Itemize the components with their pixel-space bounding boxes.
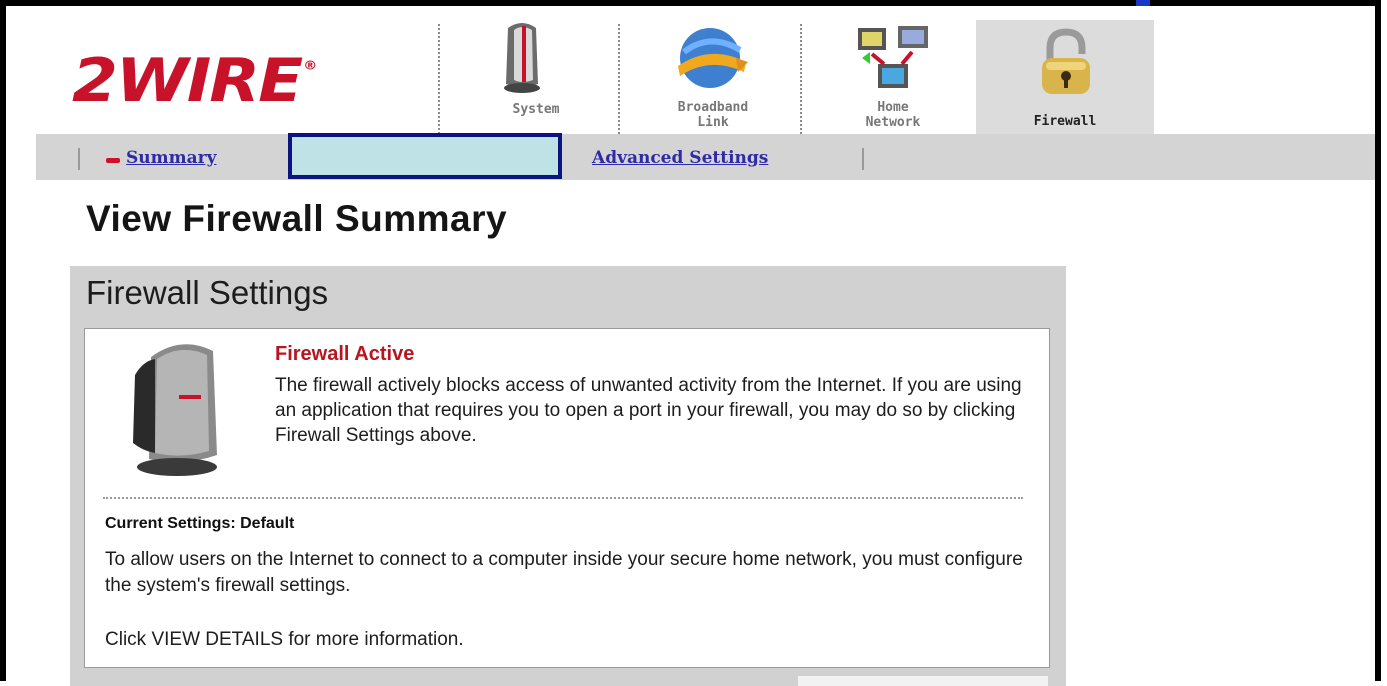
view-details-hint: Click VIEW DETAILS for more information. [105, 629, 464, 650]
panel-title: Firewall Settings [86, 274, 329, 311]
brand-logo[interactable]: 2WIRE ® [72, 46, 317, 116]
tab-label-line2: Network [865, 115, 921, 130]
subnav-divider [78, 148, 80, 170]
advanced-settings-link[interactable]: Advanced Settings [592, 148, 768, 168]
firewall-status-title: Firewall Active [275, 343, 415, 365]
current-settings-label: Current Settings: Default [105, 515, 295, 532]
registered-mark: ® [303, 58, 317, 73]
current-page-marker [106, 158, 120, 163]
tab-label: System [512, 102, 560, 117]
brand-logo-text: 2WIRE [72, 46, 303, 116]
firewall-info-text: To allow users on the Internet to connec… [105, 549, 1023, 596]
highlighted-link-placeholder[interactable] [288, 133, 562, 179]
tab-label-line1: Broadband [677, 100, 749, 115]
tab-home-network[interactable]: Home Network [818, 20, 968, 134]
panel-bottom-edge [798, 676, 1048, 686]
tab-label: Firewall [1033, 114, 1097, 129]
summary-link[interactable]: Summary [126, 148, 216, 168]
tab-separator [438, 24, 440, 134]
tab-label-line2: Link [697, 115, 729, 130]
page-title: View Firewall Summary [86, 198, 508, 239]
modem-icon [504, 23, 540, 93]
tab-system[interactable]: System [476, 20, 596, 134]
firewall-status-description: The firewall actively blocks access of u… [275, 375, 1022, 446]
header: 2WIRE ® System Broadband Link Home Netwo… [6, 6, 1375, 134]
panel-body: Firewall Active The firewall actively bl… [84, 328, 1050, 668]
sub-navigation: Summary Advanced Settings [36, 134, 1375, 180]
tab-label-line1: Home [877, 100, 909, 115]
tab-separator [618, 24, 620, 134]
firewall-settings-panel: Firewall Settings Firewall Active The fi… [70, 266, 1066, 686]
tab-separator [800, 24, 802, 134]
padlock-icon [1042, 28, 1090, 94]
gateway-device-icon [133, 344, 217, 476]
globe-icon [678, 28, 748, 88]
tab-firewall[interactable]: Firewall [976, 20, 1154, 134]
tab-broadband-link[interactable]: Broadband Link [638, 20, 788, 134]
network-computers-icon [858, 26, 928, 88]
subnav-divider [862, 148, 864, 170]
dotted-divider [103, 497, 1023, 499]
